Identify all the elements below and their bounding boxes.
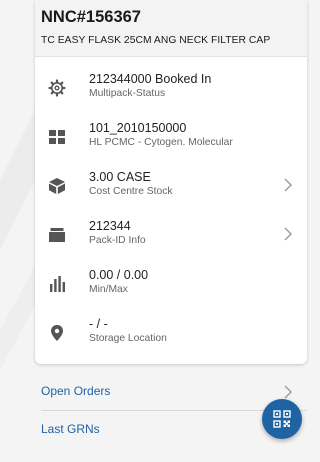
item-header: NNC#156367 TC EASY FLASK 25CM ANG NECK F…	[35, 0, 307, 57]
open-orders-link[interactable]: Open Orders	[35, 373, 307, 410]
chevron-right-icon	[284, 227, 292, 241]
item-description: TC EASY FLASK 25CM ANG NECK FILTER CAP	[41, 35, 271, 46]
detail-row-pack-id[interactable]: 212344 Pack-ID Info	[35, 213, 307, 257]
storage-location-label: Storage Location	[89, 333, 167, 344]
location-pin-icon	[51, 325, 63, 341]
cost-centre-label: HL PCMC - Cytogen. Molecular	[89, 137, 233, 148]
stock-label: Cost Centre Stock	[89, 186, 173, 197]
status-value: 212344000 Booked In	[89, 72, 212, 86]
item-card: NNC#156367 TC EASY FLASK 25CM ANG NECK F…	[35, 0, 307, 364]
chevron-right-icon	[284, 385, 292, 399]
detail-row-cost-centre: 101_2010150000 HL PCMC - Cytogen. Molecu…	[35, 115, 307, 159]
pack-id-value: 212344	[89, 219, 131, 233]
min-max-label: Min/Max	[89, 284, 128, 295]
detail-row-min-max: 0.00 / 0.00 Min/Max	[35, 262, 307, 306]
min-max-value: 0.00 / 0.00	[89, 268, 149, 282]
open-orders-label: Open Orders	[41, 384, 111, 398]
detail-row-status: 212344000 Booked In Multipack-Status	[35, 66, 307, 110]
bar-chart-icon	[50, 276, 65, 292]
chevron-right-icon	[284, 178, 292, 192]
gear-icon	[48, 79, 66, 97]
grid-icon	[49, 130, 65, 144]
storage-location-value: - / -	[89, 317, 108, 331]
last-grns-label: Last GRNs	[41, 422, 100, 436]
package-icon	[49, 228, 65, 242]
detail-row-storage-location: - / - Storage Location	[35, 311, 307, 355]
detail-row-stock[interactable]: 3.00 CASE Cost Centre Stock	[35, 164, 307, 208]
scan-qr-button[interactable]	[262, 399, 302, 439]
item-title: NNC#156367	[41, 8, 141, 26]
pack-id-label: Pack-ID Info	[89, 235, 146, 246]
box-icon	[49, 178, 65, 194]
cost-centre-value: 101_2010150000	[89, 121, 187, 135]
qr-code-icon	[273, 410, 291, 428]
stock-value: 3.00 CASE	[89, 170, 151, 184]
status-label: Multipack-Status	[89, 88, 166, 99]
